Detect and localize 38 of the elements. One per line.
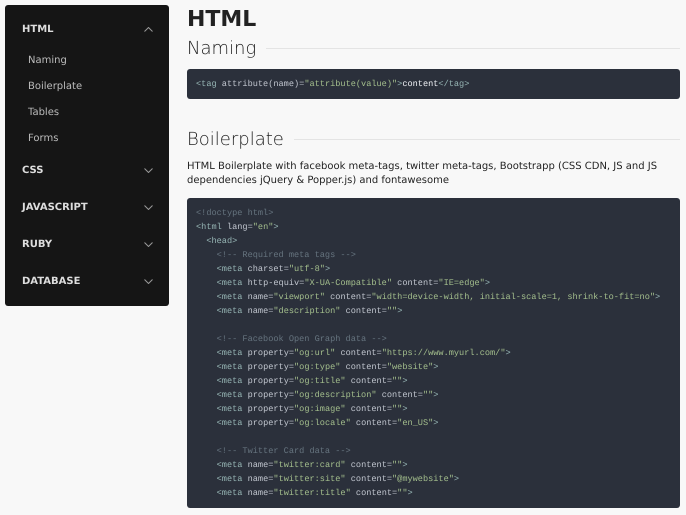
code-line: <meta property="og:locale" content="en_US"> — [216, 417, 438, 430]
section-description: HTML Boilerplate with facebook meta-tags, twitter meta-tags, Bootstrapp (CSS CDN, JS and JS dependencies jQuery & Popper.js) and fontawesome — [187, 160, 658, 188]
section-heading: Naming — [187, 38, 256, 59]
chevron-down-icon — [144, 242, 153, 247]
code-line: <meta property="og:description" content=""> — [216, 389, 438, 402]
code-comment: <!-- Required meta tags --> — [216, 249, 356, 262]
sidebar-link[interactable]: Boilerplate — [5, 74, 169, 100]
sidebar-section-header[interactable]: JAVASCRIPT — [5, 189, 169, 226]
code-line: <html lang="en"> — [196, 221, 279, 234]
code-line: <head> — [205, 235, 238, 248]
code-line: <meta property="og:title" content=""> — [216, 375, 408, 388]
sidebar-link[interactable]: Naming — [5, 48, 169, 74]
sidebar-link[interactable]: Forms — [5, 126, 169, 152]
sidebar-link[interactable]: Tables — [5, 100, 169, 126]
page-title: HTML — [187, 7, 258, 32]
code-line: <meta name="twitter:title" content=""> — [216, 487, 413, 500]
code-line: <meta name="viewport" content="width=device-width, initial-scale=1, shrink-to-fit=no"> — [216, 291, 660, 304]
code-line: <meta name="description" content=""> — [216, 305, 402, 318]
code-line: <meta property="og:image" content=""> — [216, 403, 408, 416]
code-line: <meta property="og:type" content="website"> — [216, 361, 438, 374]
sidebar-section-header[interactable]: HTML — [5, 11, 169, 48]
chevron-down-icon — [144, 168, 153, 173]
chevron-down-icon — [144, 279, 153, 284]
code-line: <meta property="og:url" content="https://www.myurl.com/"> — [216, 347, 511, 360]
section-heading: Boilerplate — [187, 129, 284, 150]
sidebar-section-header[interactable]: DATABASE — [5, 263, 169, 300]
chevron-down-icon — [144, 205, 153, 210]
code-line: <meta name="twitter:site" content="@mywebsite"> — [216, 473, 460, 486]
sidebar-section-header[interactable]: RUBY — [5, 226, 169, 263]
code-comment: <!-- Facebook Open Graph data --> — [216, 333, 387, 346]
chevron-up-icon — [144, 27, 153, 32]
sidebar-section-header[interactable]: CSS — [5, 152, 169, 189]
code-line: <meta name="twitter:card" content=""> — [216, 459, 408, 472]
code-line: <meta charset="utf-8"> — [216, 263, 330, 276]
code-comment: <!doctype html> — [196, 207, 274, 220]
code-comment: <!-- Twitter Card data --> — [216, 445, 351, 458]
code-line: <meta http-equiv="X-UA-Compatible" content="IE=edge"> — [216, 277, 490, 290]
code-line: <tag attribute(name)="attribute(value)">content</tag> — [196, 78, 470, 91]
